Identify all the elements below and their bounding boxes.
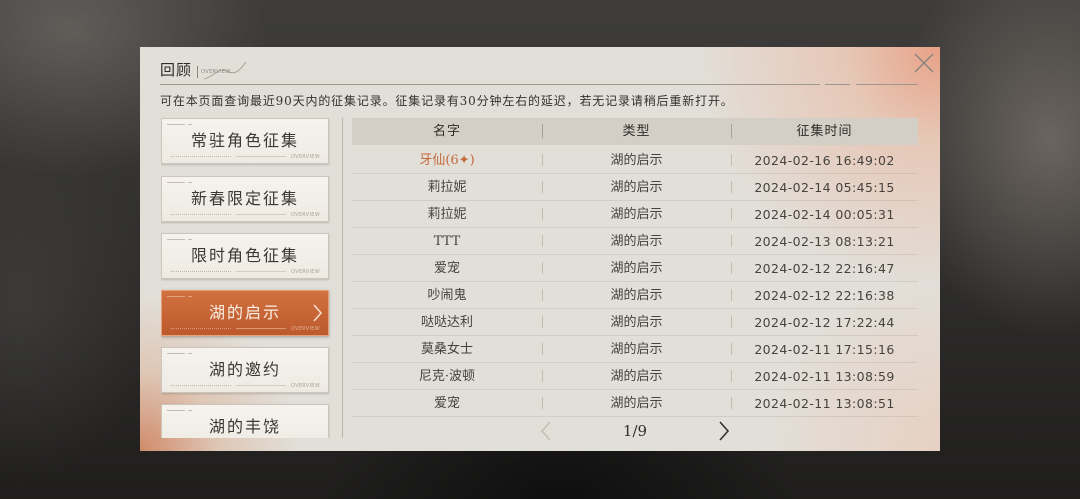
prev-page-button[interactable] bbox=[539, 419, 553, 443]
cell-type: 湖的启示 bbox=[610, 261, 663, 276]
column-separator bbox=[731, 343, 732, 355]
cell-name: 吵闹鬼 bbox=[427, 288, 467, 303]
cell-type: 湖的启示 bbox=[610, 207, 663, 222]
sidebar-item-spring-limited[interactable]: OVERVIEW 新春限定征集 bbox=[161, 176, 329, 222]
cell-name: 哒哒达利 bbox=[420, 315, 473, 330]
cell-time: 2024-02-11 17:15:16 bbox=[754, 342, 895, 357]
cell-type: 湖的启示 bbox=[610, 180, 663, 195]
cell-type: 湖的启示 bbox=[610, 153, 663, 168]
column-separator bbox=[542, 124, 543, 138]
column-separator bbox=[731, 124, 732, 138]
cell-time: 2024-02-12 22:16:47 bbox=[754, 261, 895, 276]
cell-type: 湖的启示 bbox=[610, 288, 663, 303]
chevron-left-icon bbox=[540, 421, 551, 441]
table-row: 吵闹鬼 湖的启示 2024-02-12 22:16:38 bbox=[352, 282, 918, 309]
sidebar-item-lake-invitation[interactable]: OVERVIEW 湖的邀约 bbox=[161, 347, 329, 393]
cell-name: 莉拉妮 bbox=[427, 180, 467, 195]
gacha-history-panel: 回顾 OVERVIEW 可在本页面查询最近90天内的征集记录。征集记录有30分钟… bbox=[140, 47, 940, 451]
cell-time: 2024-02-11 13:08:51 bbox=[754, 396, 895, 411]
panel-title: 回顾 bbox=[160, 61, 193, 79]
title-divider bbox=[197, 66, 198, 78]
pool-sidebar: OVERVIEW 常驻角色征集 OVERVIEW 新春限定征集 OVERVIEW… bbox=[161, 118, 331, 438]
cell-time: 2024-02-12 22:16:38 bbox=[754, 288, 895, 303]
table-row: 尼克·波顿 湖的启示 2024-02-11 13:08:59 bbox=[352, 363, 918, 390]
header-rule-segment bbox=[825, 84, 850, 85]
column-separator bbox=[731, 208, 732, 220]
close-icon bbox=[914, 53, 934, 73]
sidebar-item-label: 限时角色征集 bbox=[190, 246, 299, 265]
table-row: 莫桑女士 湖的启示 2024-02-11 17:15:16 bbox=[352, 336, 918, 363]
cell-time: 2024-02-14 00:05:31 bbox=[754, 207, 895, 222]
history-table: 名字 类型 征集时间 牙仙(6✦) 湖的启示 2024-02-16 16:49:… bbox=[352, 118, 918, 418]
column-separator bbox=[542, 289, 543, 301]
table-row: 牙仙(6✦) 湖的启示 2024-02-16 16:49:02 bbox=[352, 147, 918, 174]
sidebar-item-label: 湖的启示 bbox=[208, 303, 281, 322]
column-separator bbox=[542, 370, 543, 382]
title-squiggle-decoration bbox=[203, 61, 247, 80]
cell-name: 爱宠 bbox=[433, 261, 460, 276]
cell-type: 湖的启示 bbox=[610, 315, 663, 330]
column-separator bbox=[731, 289, 732, 301]
column-separator bbox=[542, 316, 543, 328]
cell-time: 2024-02-16 16:49:02 bbox=[754, 153, 895, 168]
cell-type: 湖的启示 bbox=[610, 369, 663, 384]
sidebar-item-label: 湖的邀约 bbox=[208, 360, 281, 379]
column-separator bbox=[542, 208, 543, 220]
cell-time: 2024-02-13 08:13:21 bbox=[754, 234, 895, 249]
close-button[interactable] bbox=[913, 52, 935, 74]
page-indicator: 1/9 bbox=[622, 422, 648, 440]
cell-type: 湖的启示 bbox=[610, 342, 663, 357]
cell-name: 爱宠 bbox=[433, 396, 460, 411]
column-separator bbox=[731, 370, 732, 382]
column-separator bbox=[731, 262, 732, 274]
cell-name: 尼克·波顿 bbox=[418, 369, 476, 384]
cell-name: TTT bbox=[433, 234, 461, 249]
cell-type: 湖的启示 bbox=[610, 396, 663, 411]
column-header-time: 征集时间 bbox=[796, 124, 853, 139]
page-description: 可在本页面查询最近90天内的征集记录。征集记录有30分钟左右的延迟，若无记录请稍… bbox=[160, 94, 734, 108]
table-row: 莉拉妮 湖的启示 2024-02-14 00:05:31 bbox=[352, 201, 918, 228]
table-row: TTT 湖的启示 2024-02-13 08:13:21 bbox=[352, 228, 918, 255]
cell-name: 牙仙(6✦) bbox=[419, 153, 475, 168]
table-row: 爱宠 湖的启示 2024-02-11 13:08:51 bbox=[352, 390, 918, 417]
cell-type: 湖的启示 bbox=[610, 234, 663, 249]
column-separator bbox=[542, 154, 543, 166]
column-separator bbox=[542, 397, 543, 409]
cell-time: 2024-02-12 17:22:44 bbox=[754, 315, 895, 330]
cell-name: 莫桑女士 bbox=[420, 342, 473, 357]
column-separator bbox=[731, 397, 732, 409]
sidebar-item-lake-revelation[interactable]: OVERVIEW 湖的启示 bbox=[161, 290, 329, 336]
sidebar-item-label: 常驻角色征集 bbox=[190, 131, 299, 150]
sidebar-item-lake-abundance[interactable]: OVERVIEW 湖的丰饶 bbox=[161, 404, 329, 438]
sidebar-item-standard-character[interactable]: OVERVIEW 常驻角色征集 bbox=[161, 118, 329, 164]
header-rule-segment bbox=[856, 84, 918, 85]
column-separator bbox=[542, 262, 543, 274]
table-row: 莉拉妮 湖的启示 2024-02-14 05:45:15 bbox=[352, 174, 918, 201]
cell-name: 莉拉妮 bbox=[427, 207, 467, 222]
column-separator bbox=[542, 181, 543, 193]
chevron-right-icon bbox=[313, 304, 323, 322]
sidebar-item-limited-character[interactable]: OVERVIEW 限时角色征集 bbox=[161, 233, 329, 279]
cell-time: 2024-02-11 13:08:59 bbox=[754, 369, 895, 384]
column-header-name: 名字 bbox=[432, 124, 461, 139]
chevron-right-icon bbox=[719, 421, 730, 441]
column-separator bbox=[542, 343, 543, 355]
column-header-type: 类型 bbox=[622, 124, 651, 139]
column-separator bbox=[542, 235, 543, 247]
column-separator bbox=[731, 316, 732, 328]
table-header: 名字 类型 征集时间 bbox=[352, 118, 918, 145]
column-separator bbox=[731, 181, 732, 193]
sidebar-divider bbox=[342, 118, 343, 438]
sidebar-item-label: 湖的丰饶 bbox=[208, 417, 281, 436]
column-separator bbox=[731, 235, 732, 247]
next-page-button[interactable] bbox=[717, 419, 731, 443]
column-separator bbox=[731, 154, 732, 166]
cell-time: 2024-02-14 05:45:15 bbox=[754, 180, 895, 195]
sidebar-item-label: 新春限定征集 bbox=[190, 189, 299, 208]
table-row: 哒哒达利 湖的启示 2024-02-12 17:22:44 bbox=[352, 309, 918, 336]
header-rule bbox=[160, 84, 820, 85]
table-row: 爱宠 湖的启示 2024-02-12 22:16:47 bbox=[352, 255, 918, 282]
